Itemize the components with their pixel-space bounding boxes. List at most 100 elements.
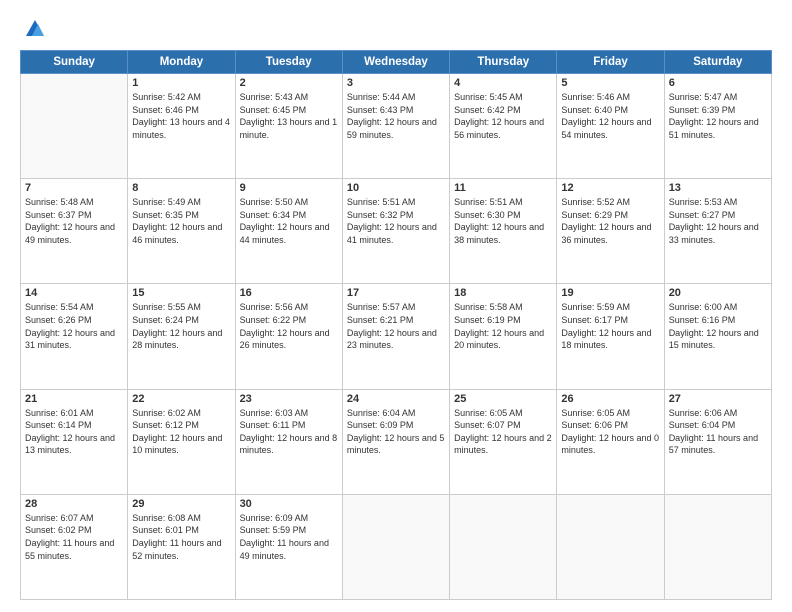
- calendar-cell: 5 Sunrise: 5:46 AMSunset: 6:40 PMDaylight…: [557, 74, 664, 179]
- calendar-cell: 27 Sunrise: 6:06 AMSunset: 6:04 PMDayligh…: [664, 389, 771, 494]
- calendar-week-row: 1Sunrise: 5:42 AMSunset: 6:46 PMDaylight…: [21, 74, 772, 179]
- calendar-cell: 23 Sunrise: 6:03 AMSunset: 6:11 PMDayligh…: [235, 389, 342, 494]
- day-number: 14: [25, 287, 123, 299]
- calendar-cell: 24Sunrise: 6:04 AMSunset: 6:09 PMDayligh…: [342, 389, 449, 494]
- calendar-cell: 28 Sunrise: 6:07 AMSunset: 6:02 PMDayligh…: [21, 494, 128, 599]
- calendar-cell: 13 Sunrise: 5:53 AMSunset: 6:27 PMDayligh…: [664, 179, 771, 284]
- calendar-week-row: 28 Sunrise: 6:07 AMSunset: 6:02 PMDayligh…: [21, 494, 772, 599]
- calendar-cell: 4Sunrise: 5:45 AMSunset: 6:42 PMDaylight…: [450, 74, 557, 179]
- calendar-cell: 26 Sunrise: 6:05 AMSunset: 6:06 PMDayligh…: [557, 389, 664, 494]
- calendar-cell: 20Sunrise: 6:00 AMSunset: 6:16 PMDayligh…: [664, 284, 771, 389]
- day-number: 15: [132, 287, 230, 299]
- day-info: Sunrise: 6:03 AMSunset: 6:11 PMDaylight:…: [240, 407, 338, 457]
- day-number: 8: [132, 182, 230, 194]
- calendar-cell: 30 Sunrise: 6:09 AMSunset: 5:59 PMDayligh…: [235, 494, 342, 599]
- calendar-cell: 19 Sunrise: 5:59 AMSunset: 6:17 PMDayligh…: [557, 284, 664, 389]
- calendar-cell: 6 Sunrise: 5:47 AMSunset: 6:39 PMDaylight…: [664, 74, 771, 179]
- calendar-cell: 14 Sunrise: 5:54 AMSunset: 6:26 PMDayligh…: [21, 284, 128, 389]
- day-number: 19: [561, 287, 659, 299]
- weekday-header-saturday: Saturday: [664, 51, 771, 74]
- day-number: 30: [240, 498, 338, 510]
- calendar-cell: 1Sunrise: 5:42 AMSunset: 6:46 PMDaylight…: [128, 74, 235, 179]
- day-info: Sunrise: 5:55 AMSunset: 6:24 PMDaylight:…: [132, 301, 230, 351]
- calendar-cell: 21 Sunrise: 6:01 AMSunset: 6:14 PMDayligh…: [21, 389, 128, 494]
- calendar-cell: 12 Sunrise: 5:52 AMSunset: 6:29 PMDayligh…: [557, 179, 664, 284]
- day-info: Sunrise: 5:57 AMSunset: 6:21 PMDaylight:…: [347, 301, 445, 351]
- day-number: 28: [25, 498, 123, 510]
- calendar-cell: 16 Sunrise: 5:56 AMSunset: 6:22 PMDayligh…: [235, 284, 342, 389]
- day-info: Sunrise: 6:07 AMSunset: 6:02 PMDaylight:…: [25, 512, 123, 562]
- calendar-week-row: 7Sunrise: 5:48 AMSunset: 6:37 PMDaylight…: [21, 179, 772, 284]
- day-number: 20: [669, 287, 767, 299]
- calendar-cell: [21, 74, 128, 179]
- day-info: Sunrise: 5:45 AMSunset: 6:42 PMDaylight:…: [454, 91, 552, 141]
- day-info: Sunrise: 5:56 AMSunset: 6:22 PMDaylight:…: [240, 301, 338, 351]
- day-number: 7: [25, 182, 123, 194]
- day-info: Sunrise: 6:06 AMSunset: 6:04 PMDaylight:…: [669, 407, 767, 457]
- day-info: Sunrise: 5:53 AMSunset: 6:27 PMDaylight:…: [669, 196, 767, 246]
- day-info: Sunrise: 6:05 AMSunset: 6:07 PMDaylight:…: [454, 407, 552, 457]
- day-number: 5: [561, 77, 659, 89]
- day-number: 21: [25, 393, 123, 405]
- day-number: 13: [669, 182, 767, 194]
- day-number: 3: [347, 77, 445, 89]
- calendar-cell: 3 Sunrise: 5:44 AMSunset: 6:43 PMDaylight…: [342, 74, 449, 179]
- day-info: Sunrise: 6:02 AMSunset: 6:12 PMDaylight:…: [132, 407, 230, 457]
- weekday-header-row: SundayMondayTuesdayWednesdayThursdayFrid…: [21, 51, 772, 74]
- day-info: Sunrise: 5:49 AMSunset: 6:35 PMDaylight:…: [132, 196, 230, 246]
- day-number: 18: [454, 287, 552, 299]
- day-number: 17: [347, 287, 445, 299]
- day-info: Sunrise: 5:54 AMSunset: 6:26 PMDaylight:…: [25, 301, 123, 351]
- day-number: 16: [240, 287, 338, 299]
- calendar-cell: [342, 494, 449, 599]
- weekday-header-friday: Friday: [557, 51, 664, 74]
- day-info: Sunrise: 5:59 AMSunset: 6:17 PMDaylight:…: [561, 301, 659, 351]
- day-number: 26: [561, 393, 659, 405]
- calendar-cell: 29 Sunrise: 6:08 AMSunset: 6:01 PMDayligh…: [128, 494, 235, 599]
- calendar-cell: 25Sunrise: 6:05 AMSunset: 6:07 PMDayligh…: [450, 389, 557, 494]
- day-number: 23: [240, 393, 338, 405]
- calendar-cell: 10 Sunrise: 5:51 AMSunset: 6:32 PMDayligh…: [342, 179, 449, 284]
- calendar-cell: 9 Sunrise: 5:50 AMSunset: 6:34 PMDaylight…: [235, 179, 342, 284]
- day-number: 12: [561, 182, 659, 194]
- day-number: 22: [132, 393, 230, 405]
- calendar-table: SundayMondayTuesdayWednesdayThursdayFrid…: [20, 50, 772, 600]
- day-info: Sunrise: 5:47 AMSunset: 6:39 PMDaylight:…: [669, 91, 767, 141]
- weekday-header-tuesday: Tuesday: [235, 51, 342, 74]
- page: SundayMondayTuesdayWednesdayThursdayFrid…: [0, 0, 792, 612]
- day-number: 29: [132, 498, 230, 510]
- day-info: Sunrise: 5:42 AMSunset: 6:46 PMDaylight:…: [132, 91, 230, 141]
- calendar-cell: 11Sunrise: 5:51 AMSunset: 6:30 PMDayligh…: [450, 179, 557, 284]
- calendar-cell: 15 Sunrise: 5:55 AMSunset: 6:24 PMDayligh…: [128, 284, 235, 389]
- day-info: Sunrise: 5:46 AMSunset: 6:40 PMDaylight:…: [561, 91, 659, 141]
- weekday-header-thursday: Thursday: [450, 51, 557, 74]
- calendar-cell: [557, 494, 664, 599]
- day-number: 9: [240, 182, 338, 194]
- day-info: Sunrise: 6:09 AMSunset: 5:59 PMDaylight:…: [240, 512, 338, 562]
- calendar-cell: 18 Sunrise: 5:58 AMSunset: 6:19 PMDayligh…: [450, 284, 557, 389]
- day-number: 6: [669, 77, 767, 89]
- day-info: Sunrise: 5:52 AMSunset: 6:29 PMDaylight:…: [561, 196, 659, 246]
- day-number: 10: [347, 182, 445, 194]
- calendar-cell: 17 Sunrise: 5:57 AMSunset: 6:21 PMDayligh…: [342, 284, 449, 389]
- day-number: 27: [669, 393, 767, 405]
- day-info: Sunrise: 5:58 AMSunset: 6:19 PMDaylight:…: [454, 301, 552, 351]
- logo-icon: [24, 18, 46, 40]
- logo: [20, 18, 46, 40]
- day-info: Sunrise: 6:01 AMSunset: 6:14 PMDaylight:…: [25, 407, 123, 457]
- day-info: Sunrise: 5:43 AMSunset: 6:45 PMDaylight:…: [240, 91, 338, 141]
- day-info: Sunrise: 6:05 AMSunset: 6:06 PMDaylight:…: [561, 407, 659, 457]
- calendar-cell: 2Sunrise: 5:43 AMSunset: 6:45 PMDaylight…: [235, 74, 342, 179]
- calendar-cell: 22 Sunrise: 6:02 AMSunset: 6:12 PMDayligh…: [128, 389, 235, 494]
- day-info: Sunrise: 5:50 AMSunset: 6:34 PMDaylight:…: [240, 196, 338, 246]
- day-info: Sunrise: 5:51 AMSunset: 6:32 PMDaylight:…: [347, 196, 445, 246]
- day-number: 24: [347, 393, 445, 405]
- calendar-cell: [450, 494, 557, 599]
- day-info: Sunrise: 5:44 AMSunset: 6:43 PMDaylight:…: [347, 91, 445, 141]
- weekday-header-wednesday: Wednesday: [342, 51, 449, 74]
- weekday-header-sunday: Sunday: [21, 51, 128, 74]
- calendar-cell: 8 Sunrise: 5:49 AMSunset: 6:35 PMDaylight…: [128, 179, 235, 284]
- header: [20, 18, 772, 40]
- day-info: Sunrise: 6:08 AMSunset: 6:01 PMDaylight:…: [132, 512, 230, 562]
- calendar-cell: [664, 494, 771, 599]
